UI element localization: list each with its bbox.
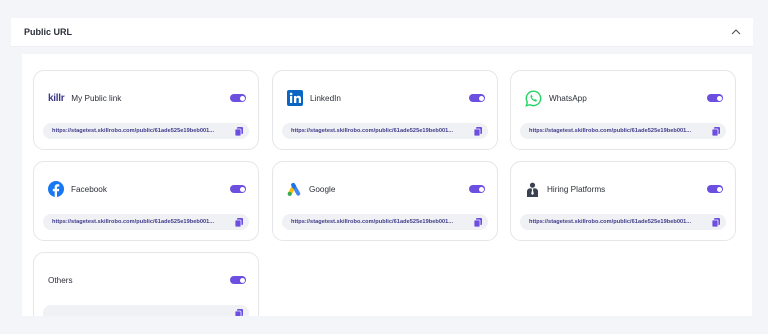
copy-icon[interactable] (712, 126, 720, 136)
copy-icon[interactable] (235, 126, 243, 136)
url-text: https://stagetest.skillrobo.com/public/6… (52, 219, 215, 225)
share-card-label: WhatsApp (549, 93, 587, 103)
share-card-others: Others (33, 252, 259, 316)
google-toggle[interactable] (469, 185, 485, 193)
google-ads-icon (287, 182, 302, 196)
url-text: https://stagetest.skillrobo.com/public/6… (529, 128, 692, 134)
url-text: https://stagetest.skillrobo.com/public/6… (291, 128, 454, 134)
share-card-my-public-link: killr My Public link https://stagetest.s… (33, 70, 259, 150)
copy-icon[interactable] (474, 217, 482, 227)
copy-icon[interactable] (712, 217, 720, 227)
killr-logo: killr (48, 92, 65, 104)
url-field[interactable] (43, 305, 249, 316)
url-text: https://stagetest.skillrobo.com/public/6… (291, 219, 454, 225)
share-card-label: LinkedIn (310, 93, 341, 103)
hiring-platforms-icon (525, 182, 540, 197)
url-field[interactable]: https://stagetest.skillrobo.com/public/6… (43, 123, 249, 139)
linkedin-icon (287, 90, 303, 106)
linkedin-toggle[interactable] (469, 94, 485, 102)
others-toggle[interactable] (230, 276, 246, 284)
url-text: https://stagetest.skillrobo.com/public/6… (52, 128, 215, 134)
chevron-up-icon[interactable] (729, 25, 743, 39)
copy-icon[interactable] (235, 217, 243, 227)
share-card-linkedin: LinkedIn https://stagetest.skillrobo.com… (272, 70, 498, 150)
share-card-whatsapp: WhatsApp https://stagetest.skillrobo.com… (510, 70, 736, 150)
url-field[interactable]: https://stagetest.skillrobo.com/public/6… (282, 123, 488, 139)
share-card-label: Hiring Platforms (547, 184, 606, 194)
share-card-label: Google (309, 184, 336, 194)
hiring-platforms-toggle[interactable] (707, 185, 723, 193)
share-card-hiring-platforms: Hiring Platforms https://stagetest.skill… (510, 161, 736, 241)
share-card-google: Google https://stagetest.skillrobo.com/p… (272, 161, 498, 241)
whatsapp-toggle[interactable] (707, 94, 723, 102)
copy-icon[interactable] (235, 308, 243, 316)
share-card-facebook: Facebook https://stagetest.skillrobo.com… (33, 161, 259, 241)
share-card-label: My Public link (71, 93, 122, 103)
section-title: Public URL (24, 27, 73, 37)
url-field[interactable]: https://stagetest.skillrobo.com/public/6… (43, 214, 249, 230)
url-field[interactable]: https://stagetest.skillrobo.com/public/6… (520, 123, 726, 139)
my-public-link-toggle[interactable] (230, 94, 246, 102)
url-field[interactable]: https://stagetest.skillrobo.com/public/6… (520, 214, 726, 230)
facebook-icon (48, 181, 64, 197)
url-text: https://stagetest.skillrobo.com/public/6… (529, 219, 692, 225)
url-field[interactable]: https://stagetest.skillrobo.com/public/6… (282, 214, 488, 230)
public-url-section-header[interactable]: Public URL (11, 18, 753, 47)
copy-icon[interactable] (474, 126, 482, 136)
whatsapp-icon (525, 89, 542, 107)
share-card-label: Others (48, 275, 73, 285)
facebook-toggle[interactable] (230, 185, 246, 193)
share-card-label: Facebook (71, 184, 107, 194)
share-links-panel: killr My Public link https://stagetest.s… (22, 54, 752, 316)
